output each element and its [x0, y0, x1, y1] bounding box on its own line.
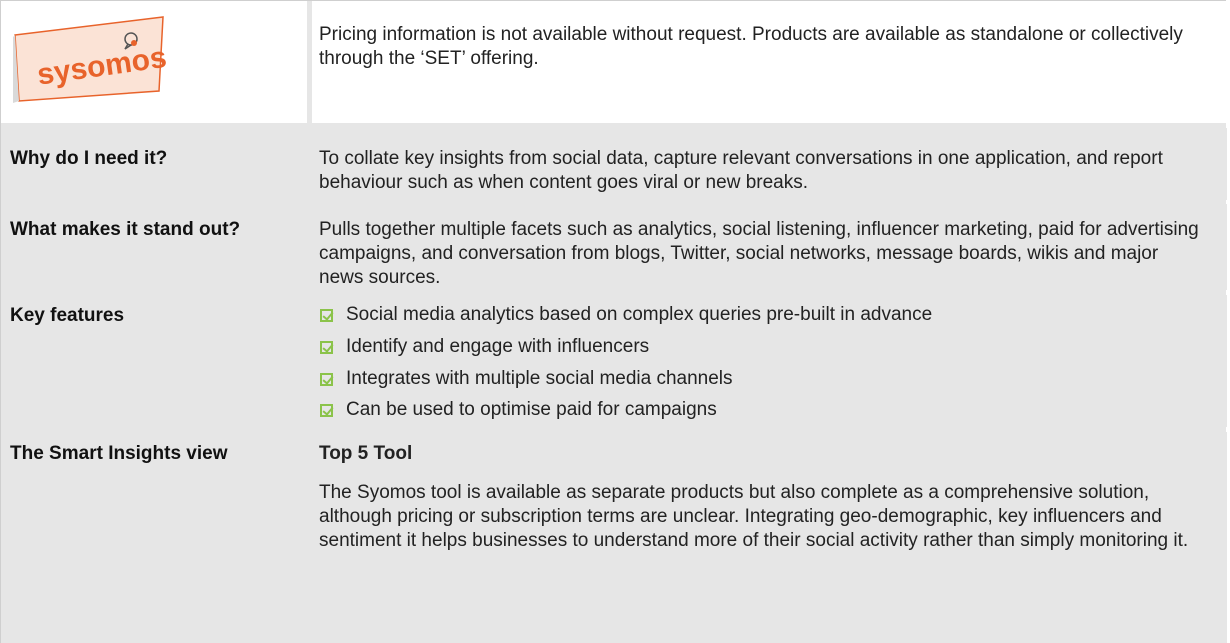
- feature-item: Integrates with multiple social media ch…: [319, 365, 733, 393]
- view-text: The Syomos tool is available as separate…: [319, 482, 1189, 551]
- why-row: Why do I need it? To collate key insight…: [1, 128, 1227, 200]
- feature-text: Integrates with multiple social media ch…: [346, 368, 733, 389]
- view-row: The Smart Insights view Top 5 Tool The S…: [1, 432, 1227, 643]
- why-text: To collate key insights from social data…: [319, 148, 1163, 193]
- why-value-cell: To collate key insights from social data…: [312, 128, 1227, 200]
- features-label-cell: Key features: [1, 295, 307, 427]
- standout-label-cell: What makes it stand out?: [1, 204, 307, 290]
- features-label: Key features: [10, 305, 125, 326]
- view-subtitle: Top 5 Tool: [319, 443, 413, 464]
- logo-cell: sysomos: [1, 1, 307, 123]
- feature-text: Identify and engage with influencers: [346, 336, 650, 357]
- view-label-cell: The Smart Insights view: [1, 432, 307, 643]
- checkbox-checked-icon: [320, 340, 333, 354]
- sysomos-logo: sysomos: [13, 13, 173, 103]
- intro-row: sysomos Pricing information is not avail…: [1, 1, 1227, 123]
- checkbox-checked-icon: [320, 372, 333, 386]
- feature-text: Can be used to optimise paid for campaig…: [346, 399, 717, 420]
- standout-text: Pulls together multiple facets such as a…: [319, 219, 1199, 288]
- feature-item: Can be used to optimise paid for campaig…: [319, 396, 717, 424]
- feature-item: Identify and engage with influencers: [319, 333, 649, 361]
- standout-row: What makes it stand out? Pulls together …: [1, 204, 1227, 290]
- features-row: Key features Social media analytics base…: [1, 295, 1227, 427]
- features-value-cell: Social media analytics based on complex …: [312, 295, 1227, 427]
- checkbox-checked-icon: [320, 308, 333, 322]
- standout-value-cell: Pulls together multiple facets such as a…: [312, 204, 1227, 290]
- intro-cell: Pricing information is not available wit…: [312, 1, 1227, 123]
- view-label: The Smart Insights view: [10, 443, 228, 464]
- checkbox-checked-icon: [320, 403, 333, 417]
- why-label-cell: Why do I need it?: [1, 128, 307, 200]
- tool-profile-table: sysomos Pricing information is not avail…: [0, 0, 1227, 643]
- intro-text: Pricing information is not available wit…: [319, 24, 1183, 69]
- standout-label: What makes it stand out?: [10, 219, 241, 240]
- feature-text: Social media analytics based on complex …: [346, 304, 933, 325]
- why-label: Why do I need it?: [10, 148, 168, 169]
- feature-item: Social media analytics based on complex …: [319, 301, 932, 329]
- view-value-cell: Top 5 Tool The Syomos tool is available …: [312, 432, 1227, 643]
